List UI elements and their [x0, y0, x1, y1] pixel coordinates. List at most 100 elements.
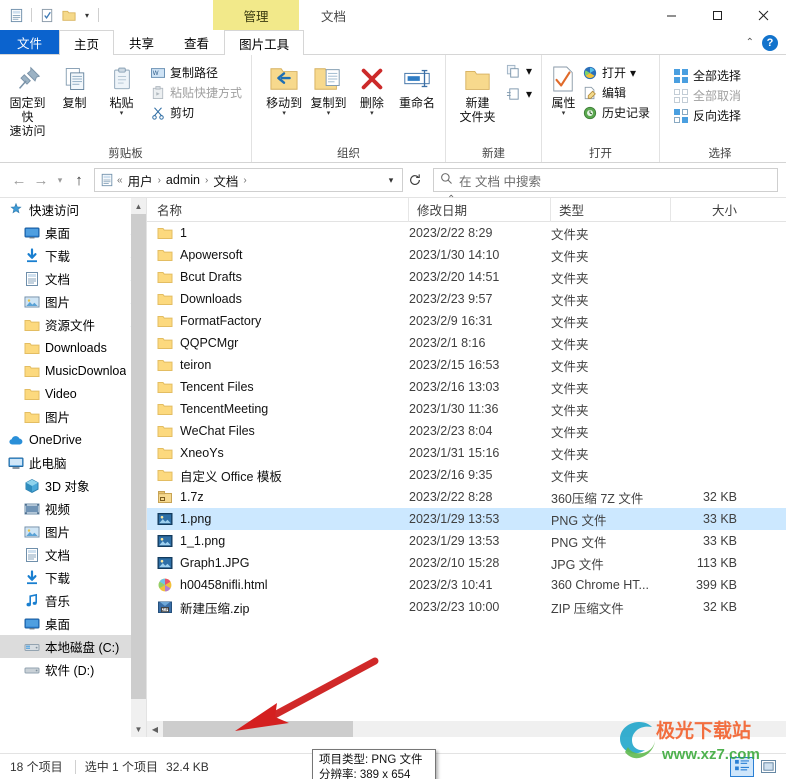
help-icon[interactable]: ? [762, 34, 778, 51]
sidebar-item-15[interactable]: 文档 [0, 543, 146, 566]
chevron-down-icon[interactable]: ▾ [120, 110, 124, 117]
new-folder-button[interactable]: 新建 文件夹 [455, 59, 500, 124]
table-row[interactable]: Apowersoft 2023/1/30 14:10 文件夹 [147, 244, 786, 266]
sidebar-item-11[interactable]: 此电脑 [0, 451, 146, 474]
pin-to-quick-access-button[interactable]: 固定到快 速访问 [5, 59, 50, 138]
scroll-left-icon[interactable]: ◀ [147, 721, 163, 737]
close-button[interactable] [740, 0, 786, 30]
delete-button[interactable]: 删除 ▾ [352, 59, 392, 117]
properties-button[interactable]: 属性 ▾ [551, 59, 576, 117]
table-row[interactable]: h00458nifli.html 2023/2/3 10:41 360 Chrome… [147, 574, 786, 596]
copy-to-button[interactable]: 复制到 ▾ [307, 59, 349, 117]
chevron-down-icon[interactable]: ▾ [327, 110, 331, 117]
chevron-down-icon[interactable]: ▾ [562, 110, 566, 117]
sidebar-item-8[interactable]: Video [0, 382, 146, 405]
hscroll-thumb[interactable] [163, 721, 353, 737]
search-input[interactable]: 在 文档 中搜索 [459, 171, 541, 190]
address-path-box[interactable]: « 用户 › admin › 文档 › ▾ [94, 168, 403, 192]
select-all-button[interactable]: 全部选择 [669, 66, 745, 85]
navigation-scrollbar[interactable]: ▲ ▼ [131, 198, 146, 737]
easy-access-button[interactable]: ▾ [502, 85, 536, 103]
up-button[interactable]: ↑ [68, 167, 90, 193]
sidebar-item-10[interactable]: OneDrive [0, 428, 146, 451]
breadcrumb-item-admin[interactable]: admin [163, 172, 203, 188]
sidebar-item-17[interactable]: 音乐 [0, 589, 146, 612]
back-button[interactable]: ← [8, 167, 30, 193]
table-row[interactable]: TencentMeeting 2023/1/30 11:36 文件夹 [147, 398, 786, 420]
hscroll-track[interactable] [163, 721, 786, 737]
table-row[interactable]: FormatFactory 2023/2/9 16:31 文件夹 [147, 310, 786, 332]
tab-share[interactable]: 共享 [114, 30, 169, 54]
column-header-name[interactable]: 名称 [147, 197, 409, 222]
table-row[interactable]: 1.png 2023/1/29 13:53 PNG 文件 33 KB [147, 508, 786, 530]
chevron-down-icon[interactable]: ▾ [282, 110, 286, 117]
collapse-ribbon-icon[interactable]: ⌃ [746, 37, 754, 48]
table-row[interactable]: Tencent Files 2023/2/16 13:03 文件夹 [147, 376, 786, 398]
sidebar-item-14[interactable]: 图片 [0, 520, 146, 543]
table-row[interactable]: QQPCMgr 2023/2/1 8:16 文件夹 [147, 332, 786, 354]
table-row[interactable]: Graph1.JPG 2023/2/10 15:28 JPG 文件 113 KB [147, 552, 786, 574]
sidebar-item-2[interactable]: 下载 [0, 244, 146, 267]
sidebar-item-3[interactable]: 文档 [0, 267, 146, 290]
minimize-button[interactable] [648, 0, 694, 30]
sidebar-item-16[interactable]: 下载 [0, 566, 146, 589]
select-none-button[interactable]: 全部取消 [669, 86, 745, 105]
table-row[interactable]: XneoYs 2023/1/31 15:16 文件夹 [147, 442, 786, 464]
table-row[interactable]: ZIP 新建压缩.zip 2023/2/23 10:00 ZIP 压缩文件 32 KB [147, 596, 786, 618]
properties-icon[interactable] [37, 5, 57, 25]
sidebar-item-9[interactable]: 图片 [0, 405, 146, 428]
table-row[interactable]: Bcut Drafts 2023/2/20 14:51 文件夹 [147, 266, 786, 288]
sidebar-item-5[interactable]: 资源文件 [0, 313, 146, 336]
chevron-down-icon[interactable]: ▾ [526, 87, 532, 101]
forward-button[interactable]: → [30, 167, 52, 193]
history-button[interactable]: 历史记录 [578, 103, 654, 122]
paste-button[interactable]: 粘贴 ▾ [99, 59, 144, 117]
table-row[interactable]: 1_1.png 2023/1/29 13:53 PNG 文件 33 KB [147, 530, 786, 552]
new-item-button[interactable]: ▾ [502, 62, 536, 80]
table-row[interactable]: 1 2023/2/22 8:29 文件夹 [147, 222, 786, 244]
table-row[interactable]: Downloads 2023/2/23 9:57 文件夹 [147, 288, 786, 310]
column-header-size[interactable]: 大小 [671, 198, 747, 222]
copy-button[interactable]: 复制 [52, 59, 97, 110]
scroll-down-icon[interactable]: ▼ [131, 721, 146, 737]
move-to-button[interactable]: 移动到 ▾ [263, 59, 305, 117]
sidebar-item-13[interactable]: 视频 [0, 497, 146, 520]
sidebar-item-18[interactable]: 桌面 [0, 612, 146, 635]
chevron-down-icon[interactable]: ▾ [526, 64, 532, 78]
sidebar-item-6[interactable]: Downloads [0, 336, 146, 359]
recent-locations-button[interactable]: ▾ [52, 167, 68, 193]
chevron-down-icon[interactable]: ▾ [81, 11, 93, 20]
column-header-type[interactable]: 类型 [551, 197, 671, 222]
chevron-down-icon[interactable]: ▾ [370, 110, 374, 117]
large-icons-view-icon[interactable] [756, 757, 780, 777]
refresh-button[interactable] [403, 168, 427, 192]
cut-button[interactable]: 剪切 [146, 103, 246, 122]
copy-path-button[interactable]: W 复制路径 [146, 63, 246, 82]
table-row[interactable]: WeChat Files 2023/2/23 8:04 文件夹 [147, 420, 786, 442]
sidebar-item-7[interactable]: MusicDownloa [0, 359, 146, 382]
rename-button[interactable]: 重命名 [394, 59, 440, 110]
tab-file[interactable]: 文件 [0, 30, 60, 54]
open-button[interactable]: 打开 ▾ [578, 63, 654, 82]
table-row[interactable]: teiron 2023/2/15 16:53 文件夹 [147, 354, 786, 376]
maximize-button[interactable] [694, 0, 740, 30]
table-row[interactable]: 自定义 Office 模板 2023/2/16 9:35 文件夹 [147, 464, 786, 486]
file-list-horizontal-scrollbar[interactable]: ◀ [147, 721, 786, 737]
paste-shortcut-button[interactable]: 粘贴快捷方式 [146, 83, 246, 102]
sidebar-item-19[interactable]: 本地磁盘 (C:) [0, 635, 146, 658]
tab-picture-tools[interactable]: 图片工具 [224, 30, 305, 56]
details-view-icon[interactable] [730, 756, 754, 777]
sidebar-item-0[interactable]: 快速访问 [0, 198, 146, 221]
sidebar-item-1[interactable]: 桌面 [0, 221, 146, 244]
new-folder-icon[interactable] [59, 5, 79, 25]
breadcrumb-item-users[interactable]: 用户 [125, 170, 156, 191]
invert-selection-button[interactable]: 反向选择 [669, 106, 745, 125]
chevron-down-icon[interactable]: ▾ [630, 66, 636, 80]
sidebar-item-4[interactable]: 图片 [0, 290, 146, 313]
breadcrumb-item-documents[interactable]: 文档 [210, 170, 241, 191]
search-box[interactable]: 在 文档 中搜索 [433, 168, 778, 192]
sidebar-item-12[interactable]: 3D 对象 [0, 474, 146, 497]
sidebar-item-20[interactable]: 软件 (D:) [0, 658, 146, 681]
edit-button[interactable]: 编辑 [578, 83, 654, 102]
scroll-up-icon[interactable]: ▲ [131, 198, 146, 214]
